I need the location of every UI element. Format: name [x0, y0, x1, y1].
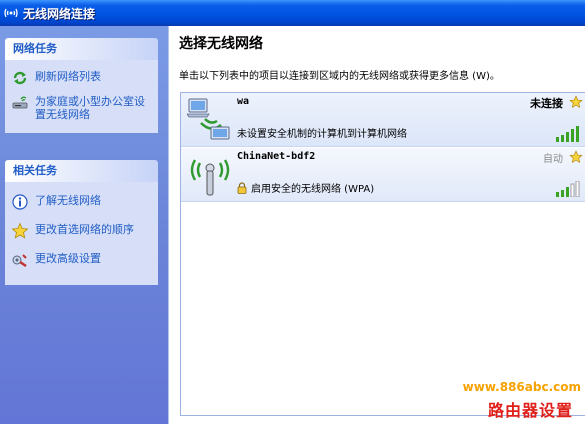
task-label: 了解无线网络 — [35, 194, 101, 207]
network-tasks-box: 网络任务 刷新网络列表 为家庭或小型办公室设置无线网络 — [5, 38, 158, 133]
task-label: 刷新网络列表 — [35, 70, 101, 83]
task-label: 更改首选网络的顺序 — [35, 223, 134, 236]
wireless-antenna-icon — [187, 152, 233, 198]
network-name: ChinaNet-bdf2 — [237, 151, 316, 162]
network-description-text: 启用安全的无线网络 (WPA) — [251, 184, 375, 195]
network-tasks-header[interactable]: 网络任务 — [5, 38, 158, 60]
network-name: wa — [237, 96, 250, 107]
preferred-star-icon — [569, 95, 583, 109]
preferred-star-icon — [569, 150, 583, 164]
computer-to-computer-icon — [186, 97, 233, 143]
learn-wireless-link[interactable]: 了解无线网络 — [11, 188, 154, 217]
info-icon — [11, 193, 29, 211]
refresh-icon — [11, 69, 29, 87]
network-setup-icon — [11, 94, 29, 112]
refresh-network-list-link[interactable]: 刷新网络列表 — [11, 66, 154, 91]
network-item-chinanet[interactable]: ChinaNet-bdf2 自动 启用安全的无线网络 (WPA) — [181, 148, 585, 202]
window-title-bar[interactable]: 无线网络连接 — [0, 0, 585, 26]
main-content: 选择无线网络 单击以下列表中的项目以连接到区域内的无线网络或获得更多信息 (W)… — [168, 26, 585, 424]
page-title: 选择无线网络 — [179, 36, 263, 52]
related-tasks-box: 相关任务 了解无线网络 更改首选网络的顺序 更改高级设置 — [5, 160, 158, 285]
setup-home-network-link[interactable]: 为家庭或小型办公室设置无线网络 — [11, 91, 154, 125]
change-advanced-settings-link[interactable]: 更改高级设置 — [11, 246, 154, 275]
task-label: 更改高级设置 — [35, 252, 101, 265]
settings-icon — [11, 251, 29, 269]
network-description: 启用安全的无线网络 (WPA) — [237, 180, 374, 195]
change-preferred-order-link[interactable]: 更改首选网络的顺序 — [11, 217, 154, 246]
connection-status: 未连接 — [530, 97, 563, 110]
signal-strength-icon — [555, 126, 581, 142]
network-item-wa[interactable]: wa 未连接 未设置安全机制的计算机到计算机网络 — [181, 93, 585, 147]
network-description: 未设置安全机制的计算机到计算机网络 — [237, 125, 407, 140]
watermark-url: www.886abc.com — [462, 380, 581, 394]
wireless-signal-icon — [3, 5, 19, 21]
lock-icon — [237, 181, 247, 194]
task-pane: 网络任务 刷新网络列表 为家庭或小型办公室设置无线网络 相关任务 了解无线网络 … — [0, 26, 168, 424]
related-tasks-header[interactable]: 相关任务 — [5, 160, 158, 182]
window-title: 无线网络连接 — [23, 6, 96, 21]
task-label: 为家庭或小型办公室设置无线网络 — [35, 95, 145, 121]
network-description-text: 未设置安全机制的计算机到计算机网络 — [237, 129, 407, 140]
star-icon — [11, 222, 29, 240]
instructions-text: 单击以下列表中的项目以连接到区域内的无线网络或获得更多信息 (W)。 — [179, 71, 500, 82]
network-list[interactable]: wa 未连接 未设置安全机制的计算机到计算机网络 ChinaNet-bdf2 自… — [180, 92, 585, 416]
signal-strength-icon — [555, 180, 581, 198]
connection-status: 自动 — [543, 154, 563, 165]
watermark-text: 路由器设置 — [487, 401, 573, 420]
